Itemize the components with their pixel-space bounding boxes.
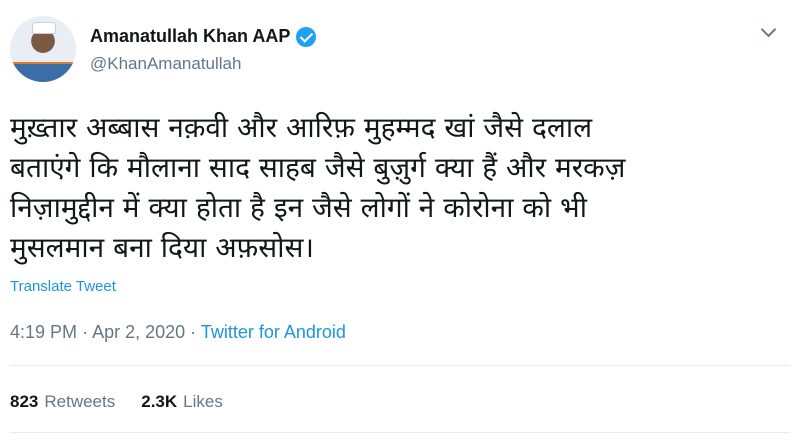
engagement-stats: 823 Retweets 2.3K Likes — [10, 392, 249, 412]
avatar-band — [10, 64, 76, 82]
author-name-row: Amanatullah Khan AAP — [90, 26, 317, 47]
chevron-down-icon[interactable] — [762, 24, 774, 36]
likes-label: Likes — [183, 392, 223, 411]
avatar[interactable] — [10, 16, 76, 82]
author-name[interactable]: Amanatullah Khan AAP — [90, 26, 290, 47]
tweet-line: निज़ामुद्दीन में क्या होता है इन जैसे लो… — [10, 191, 587, 224]
verified-badge-icon — [296, 26, 317, 47]
tweet-line: बताएंगे कि मौलाना साद साहब जैसे बुज़ुर्ग… — [10, 151, 626, 184]
tweet-source-link[interactable]: Twitter for Android — [201, 322, 346, 342]
retweets-label: Retweets — [44, 392, 116, 411]
retweets-stat[interactable]: 823 Retweets — [10, 392, 115, 412]
divider — [10, 365, 790, 366]
tweet-meta: 4:19 PM · Apr 2, 2020 · Twitter for Andr… — [10, 322, 346, 343]
tweet-text: मुख़्तार अब्बास नक़वी और आरिफ़ मुहम्मद ख… — [10, 108, 780, 268]
translate-tweet-link[interactable]: Translate Tweet — [10, 278, 116, 295]
avatar-cap-shape — [32, 22, 56, 34]
tweet-line: मुसलमान बना दिया अफ़सोस। — [10, 231, 314, 264]
likes-count: 2.3K — [141, 392, 178, 411]
tweet-date[interactable]: Apr 2, 2020 — [92, 322, 185, 342]
author-handle[interactable]: @KhanAmanatullah — [90, 54, 241, 74]
meta-separator: · — [190, 322, 201, 342]
divider — [10, 432, 790, 433]
meta-separator: · — [82, 322, 93, 342]
retweets-count: 823 — [10, 392, 39, 411]
tweet-time[interactable]: 4:19 PM — [10, 322, 77, 342]
tweet-line: मुख़्तार अब्बास नक़वी और आरिफ़ मुहम्मद ख… — [10, 111, 593, 144]
likes-stat[interactable]: 2.3K Likes — [141, 392, 223, 412]
